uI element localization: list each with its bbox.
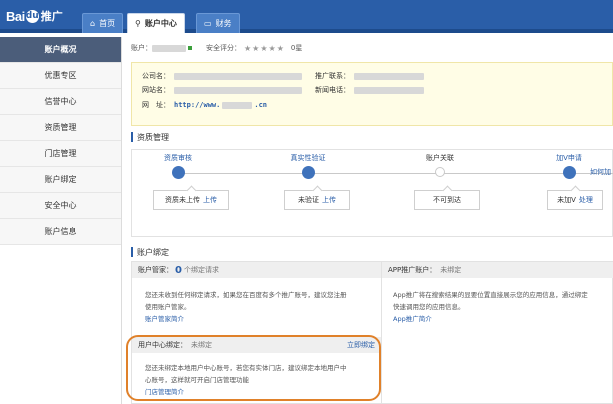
tab-finance[interactable]: ▭ 财务 xyxy=(196,13,240,33)
tab-home-label: 首页 xyxy=(99,19,116,28)
account-link-status-box: 不可到达 xyxy=(414,190,480,210)
logo-suffix: 推广 xyxy=(40,10,63,23)
upload-qualification-link[interactable]: 上传 xyxy=(203,195,217,205)
account-manager-intro-link[interactable]: 账户管家简介 xyxy=(145,313,377,325)
step-done-icon xyxy=(562,166,576,179)
paw-icon: du xyxy=(25,9,39,23)
company-name-masked xyxy=(174,72,302,80)
contact-label: 推广联系： xyxy=(315,72,350,80)
site-name-label: 网站名： xyxy=(142,86,170,94)
contact-masked xyxy=(354,72,424,80)
tab-account-center-label: 账户中心 xyxy=(144,19,177,28)
status-icon xyxy=(188,46,192,50)
site-name-masked xyxy=(174,86,302,94)
qualification-section-title: 资质管理 xyxy=(131,131,169,143)
app-account-desc: App推广将在搜索结果的显要位置直接展示您的应用信息，通过绑定 快速调用您的应用… xyxy=(393,289,613,325)
tab-finance-label: 财务 xyxy=(215,19,232,28)
security-score-value: 0星 xyxy=(290,44,303,52)
tab-account-center[interactable]: ⚲ 账户中心 xyxy=(127,13,185,33)
website-url-masked xyxy=(222,101,253,109)
step-done-icon xyxy=(171,166,185,179)
how-to-add-v-link[interactable]: 如何加 xyxy=(590,167,611,177)
app-intro-link[interactable]: App推广简介 xyxy=(393,313,613,325)
phone-masked xyxy=(354,86,424,94)
upload-authenticity-link[interactable]: 上传 xyxy=(322,195,336,205)
website-url-prefix[interactable]: http://www. xyxy=(174,101,220,109)
site-name-row: 网站名： xyxy=(142,85,302,95)
sidebar-item-stores[interactable]: 门店管理 xyxy=(0,141,121,167)
tab-home[interactable]: ⌂ 首页 xyxy=(82,13,124,33)
logo-text: Bai xyxy=(6,8,25,24)
app-bind-status: 未绑定 xyxy=(440,266,462,274)
security-score-label: 安全评分： xyxy=(206,44,241,52)
binding-divider xyxy=(381,261,382,404)
step-pending-icon xyxy=(435,167,445,177)
sidebar: 账户概况 优惠专区 信誉中心 资质管理 门店管理 账户绑定 安全中心 账户信息 xyxy=(0,37,122,404)
account-manager-header: 账户管家： 0 个绑定请求 xyxy=(132,262,381,278)
sidebar-item-security[interactable]: 安全中心 xyxy=(0,193,121,219)
process-v-link[interactable]: 处理 xyxy=(579,195,593,205)
home-icon: ⌂ xyxy=(90,19,96,28)
account-summary-row: 账户： 安全评分： ★★★★★ 0星 xyxy=(131,41,302,55)
top-nav-bar: Bai du 推广 ⌂ 首页 ⚲ 账户中心 ▭ 财务 xyxy=(0,0,613,33)
security-stars: ★★★★★ xyxy=(244,43,285,53)
sidebar-item-account-info[interactable]: 账户信息 xyxy=(0,219,121,245)
user-icon: ⚲ xyxy=(135,19,141,28)
phone-label: 新闻电话： xyxy=(315,86,350,94)
step-qualification-review: 资质审核 xyxy=(136,153,220,179)
account-name-masked xyxy=(152,44,186,52)
authenticity-status-box: 未验证 上传 xyxy=(284,190,350,210)
phone-row: 新闻电话： xyxy=(315,85,424,95)
step-authenticity: 真实性验证 xyxy=(266,153,350,179)
sidebar-item-promotions[interactable]: 优惠专区 xyxy=(0,63,121,89)
website-row: 网 址： http://www. .cn xyxy=(142,100,267,110)
contact-row: 推广联系： xyxy=(315,71,424,81)
account-label: 账户： xyxy=(131,44,152,52)
sidebar-item-credit[interactable]: 信誉中心 xyxy=(0,89,121,115)
qualification-status-box: 资质未上传 上传 xyxy=(153,190,229,210)
sidebar-item-overview[interactable]: 账户概况 xyxy=(0,37,121,63)
wallet-icon: ▭ xyxy=(204,19,212,28)
company-name-label: 公司名： xyxy=(142,72,170,80)
company-name-row: 公司名： xyxy=(142,71,302,81)
website-url-suffix[interactable]: .cn xyxy=(254,101,267,109)
v-apply-status-box: 未加V 处理 xyxy=(547,190,603,210)
website-label: 网 址： xyxy=(142,101,170,109)
baidu-tuiguang-logo[interactable]: Bai du 推广 xyxy=(6,8,63,24)
app-account-header: APP推广账户： 未绑定 xyxy=(382,262,613,278)
step-done-icon xyxy=(301,166,315,179)
company-info-panel: 公司名： 网站名： 网 址： http://www. .cn 推广联系： 新闻电… xyxy=(131,62,613,126)
bind-request-count: 0 xyxy=(175,264,182,276)
account-manager-desc: 您还未收到任何绑定请求，如果您在百度有多个推广账号，建议您注册 使用账户管家。 … xyxy=(145,289,377,325)
sidebar-item-qualification[interactable]: 资质管理 xyxy=(0,115,121,141)
binding-section-title: 账户绑定 xyxy=(131,246,169,258)
step-account-link: 账户关联 xyxy=(398,153,482,177)
sidebar-item-binding[interactable]: 账户绑定 xyxy=(0,167,121,193)
user-center-highlight-outline xyxy=(126,335,381,401)
